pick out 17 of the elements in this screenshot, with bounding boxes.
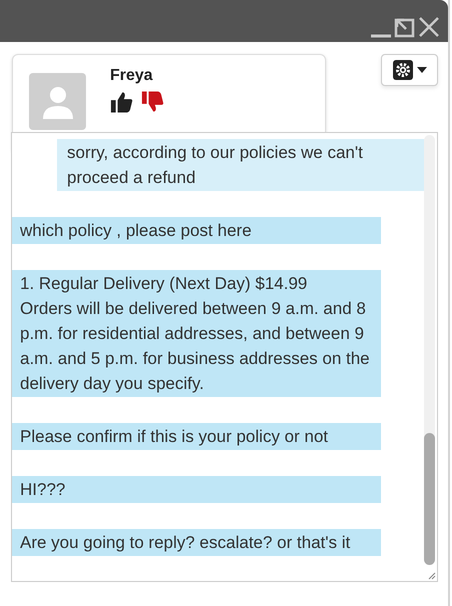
- settings-button[interactable]: [381, 54, 438, 86]
- gear-icon: [392, 60, 412, 80]
- thumbs-up-icon[interactable]: [110, 91, 133, 113]
- chat-message: Are you going to reply? escalate? or that's it: [12, 529, 381, 556]
- chat-message: HI???: [12, 476, 381, 503]
- scrollbar[interactable]: [424, 135, 435, 565]
- avatar-icon: [29, 73, 86, 130]
- chat-message: sorry, according to our policies we can't proceed a refund: [57, 139, 427, 191]
- restore-icon[interactable]: [394, 16, 416, 38]
- thumbs-down-icon[interactable]: [141, 91, 164, 113]
- chat-message: Please confirm if this is your policy or not: [12, 423, 381, 450]
- close-icon[interactable]: [418, 16, 440, 38]
- chat-message: 1. Regular Delivery (Next Day) $14.99 Orders will be delivered between 9 a.m. and 8 p.m. for residential addresses, and between 9 a.m. and 5 p.m. for business addresses on the delivery day you specify.: [12, 270, 381, 397]
- caret-icon: [416, 67, 426, 73]
- chat-message: which policy , please post here: [12, 217, 381, 244]
- contact-name: Freya: [110, 67, 154, 85]
- resize-grip-icon[interactable]: [428, 572, 436, 580]
